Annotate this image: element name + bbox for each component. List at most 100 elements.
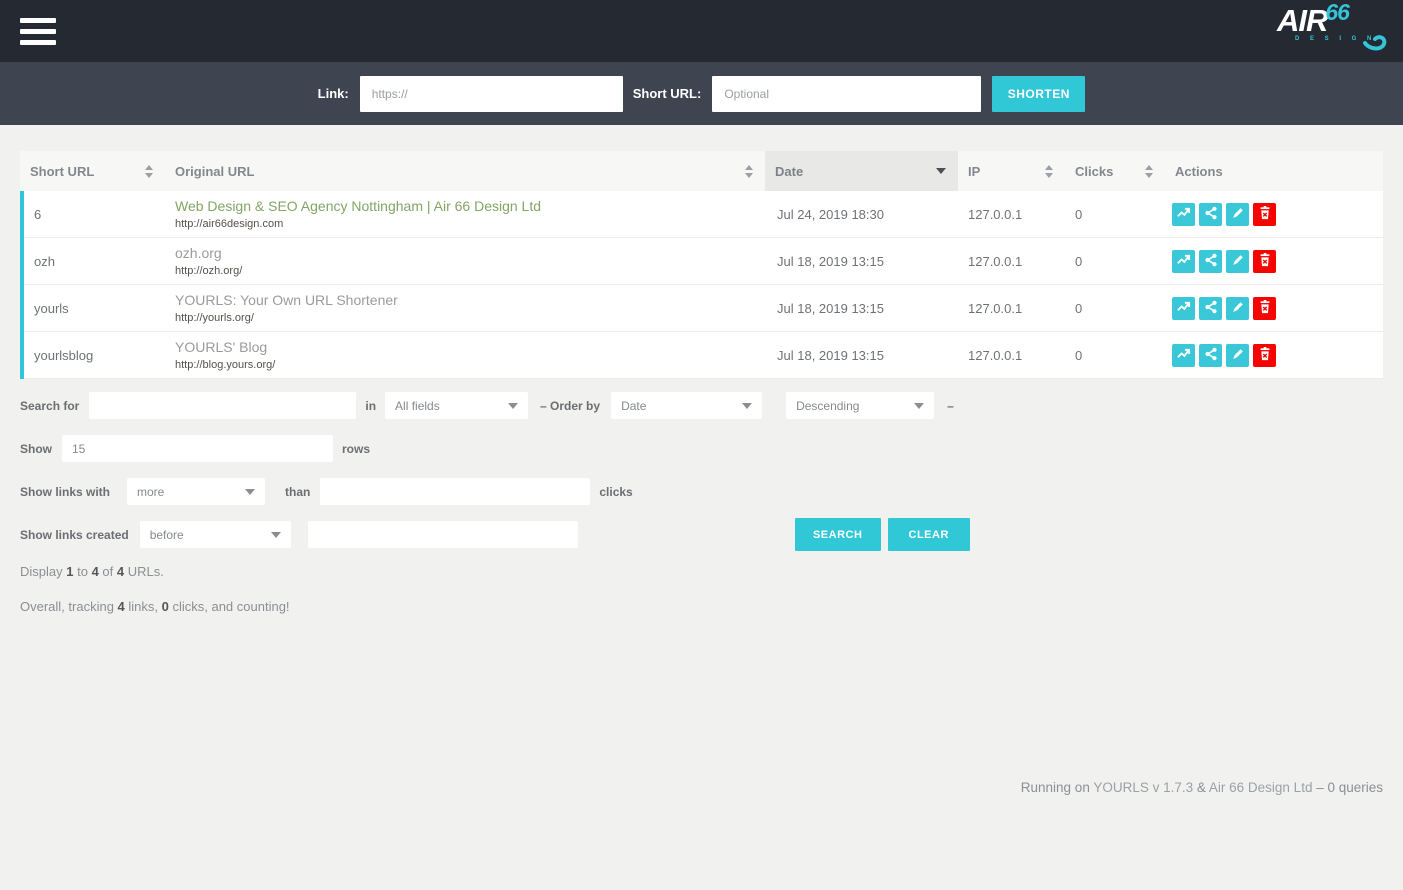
- original-url-link[interactable]: Web Design & SEO Agency Nottingham | Air…: [175, 198, 541, 216]
- footer: Running on YOURLS v 1.7.3 & Air 66 Desig…: [20, 780, 1383, 795]
- search-for-label: Search for: [20, 399, 79, 413]
- original-url-link[interactable]: YOURLS' Blog: [175, 339, 267, 357]
- stats-button[interactable]: [1172, 250, 1195, 273]
- ip-cell: 127.0.0.1: [958, 285, 1065, 331]
- date-cell: Jul 18, 2019 13:15: [765, 332, 958, 378]
- edit-button[interactable]: [1226, 297, 1249, 320]
- clear-button[interactable]: CLEAR: [888, 518, 970, 551]
- trash-icon: [1258, 206, 1272, 223]
- actions-cell: [1165, 285, 1383, 331]
- edit-button[interactable]: [1226, 250, 1249, 273]
- search-button[interactable]: SEARCH: [795, 518, 881, 551]
- ip-cell: 127.0.0.1: [958, 238, 1065, 284]
- pencil-icon: [1231, 300, 1245, 317]
- display-count-text: Display 1 to 4 of 4 URLs.: [20, 564, 1383, 579]
- created-date-input[interactable]: [308, 521, 578, 548]
- chevron-down-icon: [245, 489, 255, 495]
- edit-button[interactable]: [1226, 344, 1249, 367]
- clicks-cell: 0: [1065, 332, 1165, 378]
- share-icon: [1204, 253, 1218, 270]
- stats-button[interactable]: [1172, 203, 1195, 226]
- original-url-text: http://yourls.org/: [175, 312, 254, 324]
- chevron-down-icon: [914, 403, 924, 409]
- clicks-label: clicks: [599, 485, 632, 499]
- short-url-cell: 6: [24, 191, 165, 237]
- actions-cell: [1165, 332, 1383, 378]
- share-button[interactable]: [1199, 344, 1222, 367]
- delete-button[interactable]: [1253, 344, 1276, 367]
- show-rows-row: Show rows: [20, 435, 1383, 462]
- column-header-clicks[interactable]: Clicks: [1065, 151, 1165, 191]
- pencil-icon: [1231, 206, 1245, 223]
- share-button[interactable]: [1199, 297, 1222, 320]
- share-icon: [1204, 347, 1218, 364]
- trending-up-icon: [1176, 205, 1191, 223]
- clicks-cell: 0: [1065, 285, 1165, 331]
- column-header-short-url[interactable]: Short URL: [20, 151, 165, 191]
- order-by-select[interactable]: Date: [611, 392, 762, 419]
- links-created-row: Show links created before SEARCH CLEAR: [20, 521, 1383, 548]
- dash-label: –: [947, 399, 954, 413]
- footer-running-on: Running on: [1021, 780, 1094, 795]
- link-label: Link:: [318, 86, 349, 101]
- original-url-cell: ozh.orghttp://ozh.org/: [165, 238, 765, 284]
- search-row: Search for in All fields – Order by Date…: [20, 392, 1383, 419]
- table-row: ozhozh.orghttp://ozh.org/Jul 18, 2019 13…: [24, 238, 1383, 285]
- column-header-date[interactable]: Date: [765, 151, 958, 191]
- top-bar: AIR66 D E S I G N: [0, 0, 1403, 62]
- shorten-button[interactable]: SHORTEN: [992, 76, 1085, 112]
- original-url-cell: Web Design & SEO Agency Nottingham | Air…: [165, 191, 765, 237]
- created-comparison-select[interactable]: before: [140, 521, 291, 548]
- menu-hamburger-icon[interactable]: [20, 18, 56, 45]
- in-label: in: [365, 399, 376, 413]
- column-header-original-url[interactable]: Original URL: [165, 151, 765, 191]
- clicks-comparison-select[interactable]: more: [127, 478, 265, 505]
- table-body: 6 Web Design & SEO Agency Nottingham | Ai…: [20, 191, 1383, 379]
- filters-panel: Search for in All fields – Order by Date…: [20, 392, 1383, 548]
- chevron-down-icon: [742, 403, 752, 409]
- trending-up-icon: [1176, 252, 1191, 270]
- search-in-select[interactable]: All fields: [385, 392, 528, 419]
- ip-cell: 127.0.0.1: [958, 332, 1065, 378]
- footer-air66-link[interactable]: Air 66 Design Ltd: [1209, 780, 1313, 795]
- table-row: yourlsblogYOURLS' Bloghttp://blog.yours.…: [24, 332, 1383, 379]
- delete-button[interactable]: [1253, 203, 1276, 226]
- edit-button[interactable]: [1226, 203, 1249, 226]
- show-label: Show: [20, 442, 52, 456]
- footer-queries: – 0 queries: [1312, 780, 1383, 795]
- original-url-link[interactable]: ozh.org: [175, 245, 222, 263]
- stats-button[interactable]: [1172, 297, 1195, 320]
- sort-icon: [1145, 165, 1153, 178]
- search-input[interactable]: [89, 392, 356, 419]
- logo-swoosh-icon: [1361, 27, 1391, 53]
- chevron-down-icon: [271, 532, 281, 538]
- sort-icon: [745, 165, 753, 178]
- sort-icon: [145, 165, 153, 178]
- share-button[interactable]: [1199, 203, 1222, 226]
- link-input[interactable]: [360, 76, 623, 112]
- show-rows-input[interactable]: [62, 435, 333, 462]
- short-url-cell: yourlsblog: [24, 332, 165, 378]
- trash-icon: [1258, 253, 1272, 270]
- share-button[interactable]: [1199, 250, 1222, 273]
- logo-text-air: AIR: [1277, 3, 1327, 38]
- show-links-with-label: Show links with: [20, 485, 110, 499]
- clicks-threshold-input[interactable]: [320, 478, 590, 505]
- air66-logo: AIR66 D E S I G N: [1277, 3, 1387, 59]
- delete-button[interactable]: [1253, 250, 1276, 273]
- short-url-input[interactable]: [712, 76, 981, 112]
- column-header-ip[interactable]: IP: [958, 151, 1065, 191]
- stats-button[interactable]: [1172, 344, 1195, 367]
- column-header-actions: Actions: [1165, 151, 1383, 191]
- clicks-cell: 0: [1065, 191, 1165, 237]
- original-url-link[interactable]: YOURLS: Your Own URL Shortener: [175, 292, 398, 310]
- links-table: Short URL Original URL Date IP Clicks Ac…: [20, 151, 1383, 379]
- clicks-cell: 0: [1065, 238, 1165, 284]
- order-direction-select[interactable]: Descending: [786, 392, 934, 419]
- logo-text-66: 66: [1325, 0, 1349, 25]
- footer-yourls-link[interactable]: YOURLS v 1.7.3: [1093, 780, 1193, 795]
- links-with-clicks-row: Show links with more than clicks: [20, 478, 1383, 505]
- delete-button[interactable]: [1253, 297, 1276, 320]
- chevron-down-icon: [508, 403, 518, 409]
- date-cell: Jul 18, 2019 13:15: [765, 238, 958, 284]
